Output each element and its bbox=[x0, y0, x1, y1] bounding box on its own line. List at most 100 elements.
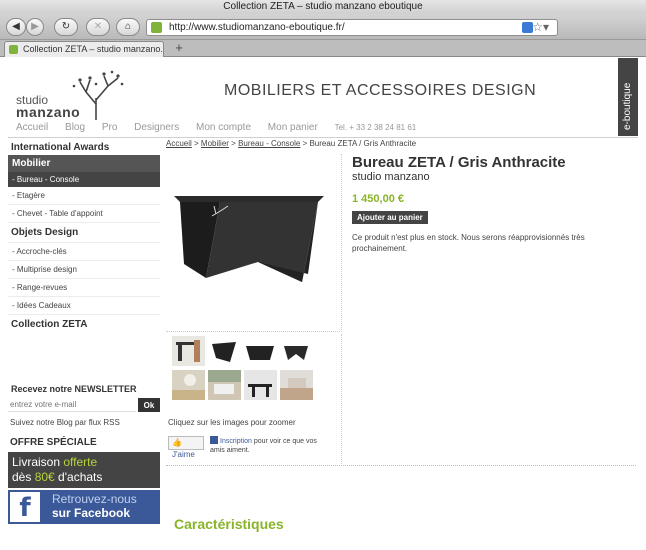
reload-button[interactable]: ↻ bbox=[54, 18, 78, 36]
breadcrumb-sep: > bbox=[191, 139, 201, 148]
nav-blog[interactable]: Blog bbox=[65, 122, 85, 133]
nav-mon-compte[interactable]: Mon compte bbox=[196, 122, 251, 133]
product-info: Bureau ZETA / Gris Anthracite studio man… bbox=[352, 154, 632, 254]
fb-line1: Retrouvez-nous bbox=[52, 492, 137, 506]
bookmark-star-icon[interactable]: ☆▾ bbox=[532, 20, 549, 35]
sidebar-cat-objets[interactable]: Objets Design bbox=[8, 223, 160, 243]
promo-text: Livraison bbox=[12, 455, 64, 469]
like-label: J'aime bbox=[172, 450, 195, 459]
eboutique-tab[interactable]: e-boutique bbox=[618, 58, 638, 136]
newsletter-ok-button[interactable]: Ok bbox=[138, 398, 160, 412]
browser-toolbar: ◀ ▶ ↻ ✕ ⌂ http://www.studiomanzano-ebout… bbox=[0, 14, 646, 40]
product-area: Cliquez sur les images pour zoomer 👍 J'ai… bbox=[166, 154, 636, 466]
facebook-banner[interactable]: f Retrouvez-nous sur Facebook bbox=[8, 490, 160, 524]
newsletter-email-input[interactable] bbox=[8, 398, 136, 412]
thumbnail-7[interactable] bbox=[244, 370, 277, 400]
product-brand: studio manzano bbox=[352, 171, 430, 183]
stock-message: Ce produit n'est plus en stock. Nous ser… bbox=[352, 233, 585, 253]
thumbnail-5[interactable] bbox=[172, 370, 205, 400]
reload-icon: ↻ bbox=[61, 21, 71, 32]
breadcrumb-mobilier[interactable]: Mobilier bbox=[201, 139, 229, 148]
newsletter-form: Ok bbox=[8, 398, 160, 412]
breadcrumb-sep: > bbox=[228, 139, 239, 148]
promo-amount: 80€ bbox=[34, 470, 55, 484]
promo-line1: Livraison offerte bbox=[12, 455, 156, 470]
rss-link[interactable]: Suivez notre Blog par flux RSS bbox=[8, 412, 160, 433]
breadcrumb: Accueil > Mobilier > Bureau - Console > … bbox=[166, 139, 416, 148]
product-main-image[interactable] bbox=[166, 154, 342, 332]
tab-label: Collection ZETA – studio manzano... bbox=[23, 44, 164, 54]
sidebar-cat-collection-zeta[interactable]: Collection ZETA bbox=[8, 315, 160, 334]
home-icon: ⌂ bbox=[124, 21, 132, 32]
eboutique-label: e-boutique bbox=[622, 82, 633, 130]
facebook-banner-text: Retrouvez-nous sur Facebook bbox=[52, 492, 137, 520]
sidebar-item-idees-cadeaux[interactable]: - Idées Cadeaux bbox=[8, 297, 160, 315]
product-thumbnails: Cliquez sur les images pour zoomer 👍 J'ai… bbox=[166, 334, 342, 466]
add-to-cart-button[interactable]: Ajouter au panier bbox=[352, 211, 428, 224]
thumbnail-4[interactable] bbox=[280, 336, 313, 366]
breadcrumb-accueil[interactable]: Accueil bbox=[166, 139, 192, 148]
special-offer-title: OFFRE SPÉCIALE bbox=[10, 437, 97, 448]
thumbnail-6[interactable] bbox=[208, 370, 241, 400]
promo-text: dès bbox=[12, 470, 35, 484]
sidebar-cat-mobilier[interactable]: Mobilier bbox=[8, 155, 160, 172]
web-page: studio manzano MOBILIERS ET ACCESSOIRES … bbox=[0, 58, 646, 550]
site-header: studio manzano MOBILIERS ET ACCESSOIRES … bbox=[8, 58, 638, 138]
url-text: http://www.studiomanzano-eboutique.fr/ bbox=[169, 22, 345, 33]
facebook-small-icon bbox=[210, 436, 218, 444]
facebook-signup-link[interactable]: Inscription bbox=[220, 438, 252, 445]
home-button[interactable]: ⌂ bbox=[116, 18, 140, 36]
product-title: Bureau ZETA / Gris Anthracite bbox=[352, 154, 566, 171]
breadcrumb-current: Bureau ZETA / Gris Anthracite bbox=[309, 139, 417, 148]
desk-image bbox=[174, 196, 324, 282]
thumbnail-3[interactable] bbox=[244, 336, 277, 366]
tab-active[interactable]: Collection ZETA – studio manzano... bbox=[4, 41, 164, 57]
characteristics-heading: Caractéristiques bbox=[174, 516, 284, 532]
new-tab-button[interactable]: + bbox=[170, 41, 188, 56]
phone-number: Tel. + 33 2 38 24 81 61 bbox=[334, 123, 417, 132]
sidebar-item-accroche-cles[interactable]: - Accroche-clés bbox=[8, 243, 160, 261]
browser-window: Collection ZETA – studio manzano eboutiq… bbox=[0, 0, 646, 550]
sidebar-awards[interactable]: International Awards bbox=[8, 140, 160, 155]
stop-button[interactable]: ✕ bbox=[86, 18, 110, 36]
sidebar-item-etagere[interactable]: - Etagère bbox=[8, 187, 160, 205]
newsletter-title: Recevez notre NEWSLETTER bbox=[11, 384, 137, 394]
facebook-icon: f bbox=[10, 492, 40, 523]
free-delivery-banner[interactable]: Livraison offerte dès 80€ d'achats bbox=[8, 452, 160, 488]
promo-text: d'achats bbox=[54, 470, 103, 484]
zoom-hint: Cliquez sur les images pour zoomer bbox=[168, 418, 296, 427]
window-title: Collection ZETA – studio manzano eboutiq… bbox=[0, 0, 646, 14]
sidebar-item-range-revues[interactable]: - Range-revues bbox=[8, 279, 160, 297]
breadcrumb-bureau-console[interactable]: Bureau - Console bbox=[238, 139, 300, 148]
thumbnail-2[interactable] bbox=[208, 336, 241, 366]
nav-accueil[interactable]: Accueil bbox=[16, 122, 48, 133]
nav-designers[interactable]: Designers bbox=[134, 122, 179, 133]
tab-bar: Collection ZETA – studio manzano... + bbox=[0, 40, 646, 57]
sidebar-item-multiprise[interactable]: - Multiprise design bbox=[8, 261, 160, 279]
thumbs-up-icon: 👍 bbox=[172, 438, 182, 447]
fb-line2: sur Facebook bbox=[52, 506, 131, 520]
thumbnail-8[interactable] bbox=[280, 370, 313, 400]
sidebar-item-chevet[interactable]: - Chevet - Table d'appoint bbox=[8, 205, 160, 223]
logo-line2: manzano bbox=[16, 104, 81, 120]
nav-pro[interactable]: Pro bbox=[102, 122, 118, 133]
promo-line2: dès 80€ d'achats bbox=[12, 470, 156, 485]
address-bar[interactable]: http://www.studiomanzano-eboutique.fr/ ☆… bbox=[146, 19, 558, 36]
product-price: 1 450,00 € bbox=[352, 193, 404, 205]
facebook-like-button[interactable]: 👍 J'aime bbox=[168, 436, 204, 459]
logo-text[interactable]: studio manzano bbox=[16, 94, 81, 120]
site-favicon bbox=[151, 22, 162, 33]
promo-highlight: offerte bbox=[63, 455, 98, 469]
sidebar-item-bureau-console[interactable]: - Bureau - Console bbox=[8, 172, 160, 187]
site-slogan: MOBILIERS ET ACCESSOIRES DESIGN bbox=[224, 82, 537, 99]
main-nav: Accueil Blog Pro Designers Mon compte Mo… bbox=[16, 122, 430, 133]
facebook-like-info: Inscription pour voir ce que vos amis ai… bbox=[210, 436, 320, 455]
tab-favicon bbox=[9, 45, 18, 54]
sidebar: International Awards Mobilier - Bureau -… bbox=[8, 140, 160, 550]
thumbnail-1[interactable] bbox=[172, 336, 205, 366]
stop-icon: ✕ bbox=[93, 21, 103, 32]
back-button[interactable]: ◀ bbox=[6, 18, 26, 36]
nav-mon-panier[interactable]: Mon panier bbox=[268, 122, 318, 133]
forward-button[interactable]: ▶ bbox=[26, 18, 44, 36]
newsletter-section: Recevez notre NEWSLETTER Ok Suivez notre… bbox=[8, 382, 160, 524]
